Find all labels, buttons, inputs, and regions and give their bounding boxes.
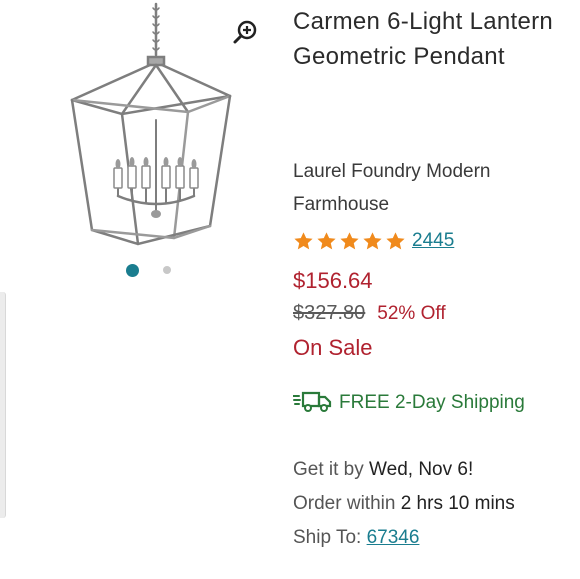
ship-to-zip-link[interactable]: 67346 [367, 527, 420, 548]
ship-to-line: Ship To: 67346 [293, 521, 573, 555]
order-within-line: Order within 2 hrs 10 mins [293, 487, 573, 521]
star-icon [386, 231, 405, 249]
image-carousel-dots [126, 263, 171, 277]
shipping-label: FREE 2-Day Shipping [339, 392, 525, 413]
original-price-row: $327.80 52% Off [293, 302, 446, 325]
original-price: $327.80 [293, 302, 366, 324]
free-shipping-info: FREE 2-Day Shipping [293, 386, 573, 420]
review-count-link[interactable]: 2445 [412, 230, 454, 252]
order-within-time: 2 hrs 10 mins [400, 493, 515, 514]
star-icon [363, 231, 382, 249]
product-title: Carmen 6-Light Lantern Geometric Pendant [293, 8, 554, 70]
ship-to-prefix: Ship To: [293, 527, 367, 548]
side-panel-handle[interactable] [0, 292, 6, 518]
rating-stars [293, 231, 408, 252]
delivery-date: Wed, Nov 6! [369, 459, 474, 480]
product-rating[interactable]: 2445 [293, 230, 454, 252]
truck-icon [293, 391, 332, 412]
zoom-in-icon [233, 20, 257, 44]
order-within-prefix: Order within [293, 493, 401, 514]
get-it-by-prefix: Get it by [293, 459, 370, 480]
star-icon [294, 231, 313, 249]
sale-price: $156.64 [293, 268, 373, 293]
discount-label: 52% Off [377, 303, 446, 324]
star-icon [317, 231, 336, 249]
carousel-dot-2[interactable] [163, 266, 171, 274]
star-icon [340, 231, 359, 249]
zoom-button[interactable] [232, 18, 260, 46]
carousel-dot-1[interactable] [126, 263, 139, 277]
on-sale-label: On Sale [293, 335, 373, 360]
product-brand[interactable]: Laurel Foundry Modern Farmhouse [293, 155, 573, 221]
delivery-info: Get it by Wed, Nov 6! Order within 2 hrs… [293, 453, 573, 555]
get-it-by-line: Get it by Wed, Nov 6! [293, 453, 573, 487]
